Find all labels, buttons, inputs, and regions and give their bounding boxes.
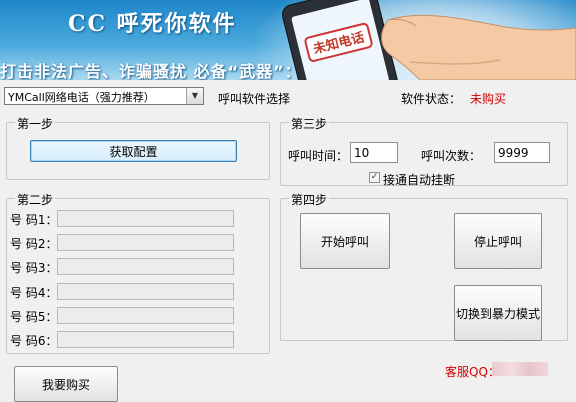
call-software-select-label: 呼叫软件选择: [218, 92, 291, 106]
number-6-input[interactable]: [57, 331, 234, 348]
number-3-label: 号 码3：: [10, 261, 58, 275]
get-config-button[interactable]: 获取配置: [30, 140, 237, 162]
step3-legend: 第三步: [289, 115, 330, 132]
software-status-value: 未购买: [470, 92, 507, 106]
number-4-input[interactable]: [57, 283, 234, 300]
call-time-input[interactable]: 10: [350, 142, 398, 163]
number-3-input[interactable]: [57, 258, 234, 275]
call-time-label: 呼叫时间：: [288, 149, 349, 163]
software-status-label: 软件状态：: [401, 92, 462, 106]
auto-hangup-checkbox[interactable]: ✓: [369, 172, 380, 183]
step2-legend: 第二步: [15, 191, 56, 208]
step1-legend: 第一步: [15, 115, 56, 132]
banner-title: CC 呼死你软件: [68, 11, 237, 37]
phone-in-hand-illustration: 未知电话: [281, 0, 576, 80]
number-2-label: 号 码2：: [10, 237, 58, 251]
call-count-input[interactable]: 9999: [494, 142, 550, 163]
call-count-label: 呼叫次数：: [421, 149, 482, 163]
stop-call-button[interactable]: 停止呼叫: [454, 213, 542, 269]
buy-button[interactable]: 我要购买: [14, 366, 118, 402]
switch-brute-mode-button[interactable]: 切换到暴力模式: [454, 285, 542, 341]
banner-slogan: 打击非法广告、诈骗骚扰 必备“武器”：: [0, 62, 302, 80]
call-software-select-value: YMCall网络电话（强力推荐）: [8, 91, 155, 104]
number-5-label: 号 码5：: [10, 310, 58, 324]
call-software-select[interactable]: YMCall网络电话（强力推荐） ▼: [4, 87, 204, 105]
number-5-input[interactable]: [57, 307, 234, 324]
step4-legend: 第四步: [289, 191, 330, 208]
number-1-input[interactable]: [57, 210, 234, 227]
header-banner: CC 呼死你软件 未知电话 打击非法广告、诈骗骚扰 必备“武器”：: [0, 0, 576, 80]
chevron-down-icon[interactable]: ▼: [186, 88, 203, 104]
number-4-label: 号 码4：: [10, 286, 58, 300]
support-qq-redacted: [492, 362, 548, 376]
number-1-label: 号 码1：: [10, 213, 58, 227]
number-6-label: 号 码6：: [10, 334, 58, 348]
start-call-button[interactable]: 开始呼叫: [300, 213, 390, 269]
number-2-input[interactable]: [57, 234, 234, 251]
auto-hangup-label: 接通自动挂断: [383, 173, 456, 187]
